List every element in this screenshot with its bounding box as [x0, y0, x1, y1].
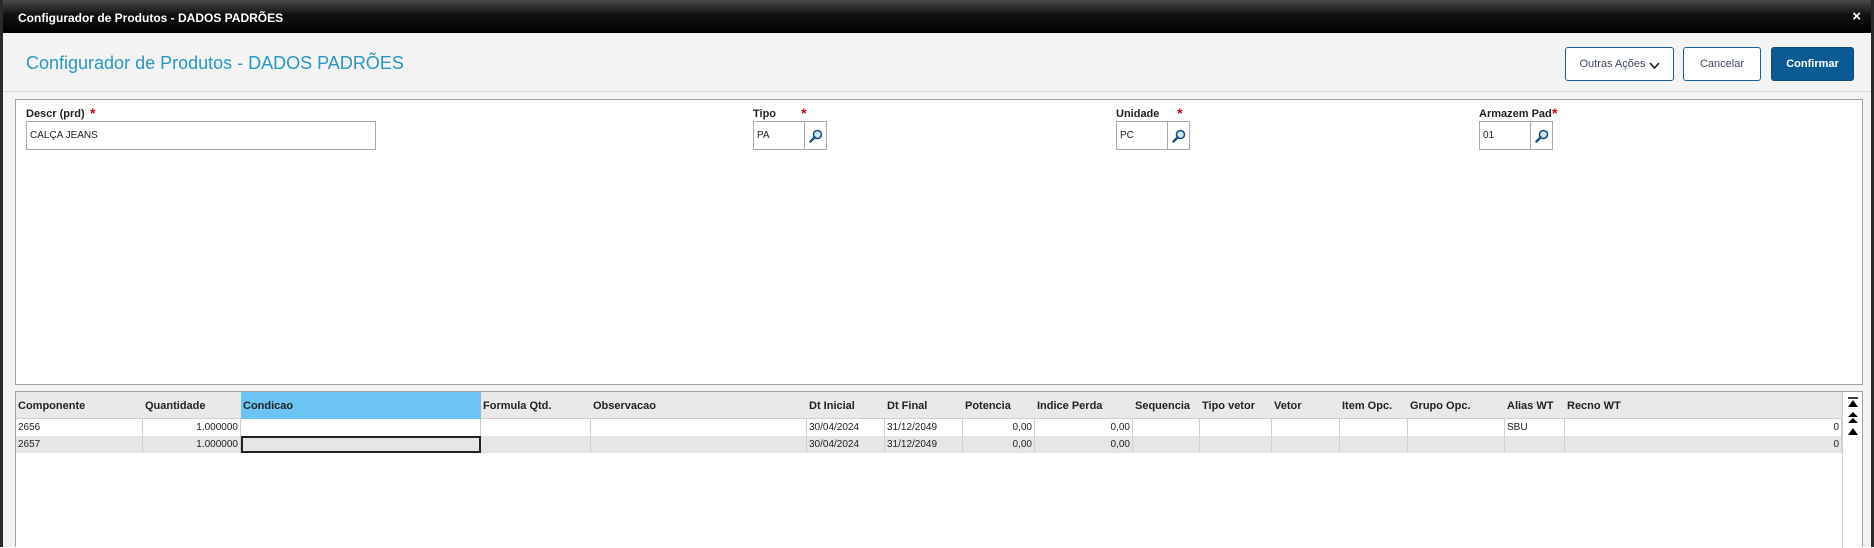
page-title: Configurador de Produtos - DADOS PADRÕES [26, 53, 404, 73]
confirm-button[interactable]: Confirmar [1771, 47, 1854, 81]
cell-formula-qtd[interactable] [481, 419, 591, 436]
cell-formula-qtd[interactable] [481, 436, 591, 453]
cell-alias-wt[interactable]: SBU [1505, 419, 1565, 436]
unidade-label: Unidade [1116, 108, 1160, 120]
cell-componente[interactable]: 2656 [16, 419, 143, 436]
table-row[interactable]: 2656 1.000000 30/04/2024 31/12/2049 0,00… [16, 419, 1842, 436]
cell-quantidade[interactable]: 1.000000 [143, 419, 241, 436]
col-header-tipo-vetor[interactable]: Tipo vetor [1200, 392, 1272, 419]
cell-grupo-opc[interactable] [1408, 419, 1505, 436]
required-marker: * [1552, 105, 1558, 121]
window-title: Configurador de Produtos - DADOS PADRÕES [18, 11, 284, 25]
cell-condicao-focused[interactable] [241, 436, 481, 453]
magnifier-icon[interactable] [805, 121, 827, 150]
scroll-up-icon[interactable] [1845, 425, 1860, 438]
cell-dt-inicial[interactable]: 30/04/2024 [807, 419, 885, 436]
col-header-grupo-opc[interactable]: Grupo Opc. [1408, 392, 1505, 419]
magnifier-icon[interactable] [1168, 121, 1190, 150]
cell-sequencia[interactable] [1133, 419, 1200, 436]
other-actions-label: Outras Ações [1579, 58, 1646, 70]
cell-sequencia[interactable] [1133, 436, 1200, 453]
other-actions-button[interactable]: Outras Ações [1565, 47, 1674, 81]
cell-tipo-vetor[interactable] [1200, 419, 1272, 436]
cell-item-opc[interactable] [1340, 419, 1408, 436]
scroll-page-up-icon[interactable] [1845, 411, 1860, 424]
col-header-observacao[interactable]: Observacao [591, 392, 807, 419]
col-header-formula-qtd[interactable]: Formula Qtd. [481, 392, 591, 419]
descr-label: Descr (prd) [26, 108, 85, 120]
cell-condicao[interactable] [241, 419, 481, 436]
cell-recno-wt[interactable]: 0 [1565, 436, 1842, 453]
dialog-window: Configurador de Produtos - DADOS PADRÕES… [0, 0, 1874, 548]
page-header: Configurador de Produtos - DADOS PADRÕES… [3, 33, 1871, 92]
cell-indice-perda[interactable]: 0,00 [1035, 419, 1133, 436]
col-header-item-opc[interactable]: Item Opc. [1340, 392, 1408, 419]
cell-indice-perda[interactable]: 0,00 [1035, 436, 1133, 453]
cell-dt-final[interactable]: 31/12/2049 [885, 419, 963, 436]
col-header-recno-wt[interactable]: Recno WT [1565, 392, 1842, 419]
required-marker: * [801, 105, 807, 121]
cell-grupo-opc[interactable] [1408, 436, 1505, 453]
col-header-condicao[interactable]: Condicao [241, 392, 481, 419]
components-grid: Componente Quantidade Condicao Formula Q… [15, 391, 1863, 548]
cell-componente[interactable]: 2657 [16, 436, 143, 453]
title-bar: Configurador de Produtos - DADOS PADRÕES… [3, 0, 1871, 33]
cell-potencia[interactable]: 0,00 [963, 436, 1035, 453]
cell-dt-final[interactable]: 31/12/2049 [885, 436, 963, 453]
col-header-dt-final[interactable]: Dt Final [885, 392, 963, 419]
col-header-indice-perda[interactable]: Indice Perda [1035, 392, 1133, 419]
armazem-label: Armazem Pad [1479, 108, 1552, 120]
required-marker: * [90, 105, 96, 121]
col-header-sequencia[interactable]: Sequencia [1133, 392, 1200, 419]
cell-potencia[interactable]: 0,00 [963, 419, 1035, 436]
col-header-componente[interactable]: Componente [16, 392, 143, 419]
required-marker: * [1177, 105, 1183, 121]
scroll-first-icon[interactable] [1845, 396, 1860, 409]
cell-item-opc[interactable] [1340, 436, 1408, 453]
descr-input[interactable]: CALÇA JEANS [26, 121, 376, 150]
close-icon[interactable]: × [1852, 8, 1861, 25]
cell-alias-wt[interactable] [1505, 436, 1565, 453]
cell-vetor[interactable] [1272, 436, 1340, 453]
cell-tipo-vetor[interactable] [1200, 436, 1272, 453]
magnifier-icon[interactable] [1531, 121, 1553, 150]
cell-dt-inicial[interactable]: 30/04/2024 [807, 436, 885, 453]
table-row[interactable]: 2657 1.000000 30/04/2024 31/12/2049 0,00… [16, 436, 1842, 453]
col-header-alias-wt[interactable]: Alias WT [1505, 392, 1565, 419]
cell-observacao[interactable] [591, 436, 807, 453]
col-header-potencia[interactable]: Potencia [963, 392, 1035, 419]
form-panel: Descr (prd) * CALÇA JEANS Tipo * PA Unid… [15, 99, 1863, 385]
tipo-input[interactable]: PA [753, 121, 805, 150]
col-header-dt-inicial[interactable]: Dt Inicial [807, 392, 885, 419]
cell-observacao[interactable] [591, 419, 807, 436]
unidade-input[interactable]: PC [1116, 121, 1168, 150]
col-header-vetor[interactable]: Vetor [1272, 392, 1340, 419]
tipo-label: Tipo [753, 108, 777, 120]
vertical-scrollbar[interactable] [1842, 392, 1862, 548]
cell-recno-wt[interactable]: 0 [1565, 419, 1842, 436]
cancel-button[interactable]: Cancelar [1683, 47, 1761, 81]
cell-quantidade[interactable]: 1.000000 [143, 436, 241, 453]
col-header-quantidade[interactable]: Quantidade [143, 392, 241, 419]
chevron-down-icon [1648, 58, 1660, 73]
grid-header: Componente Quantidade Condicao Formula Q… [16, 392, 1842, 419]
armazem-input[interactable]: 01 [1479, 121, 1531, 150]
cell-vetor[interactable] [1272, 419, 1340, 436]
